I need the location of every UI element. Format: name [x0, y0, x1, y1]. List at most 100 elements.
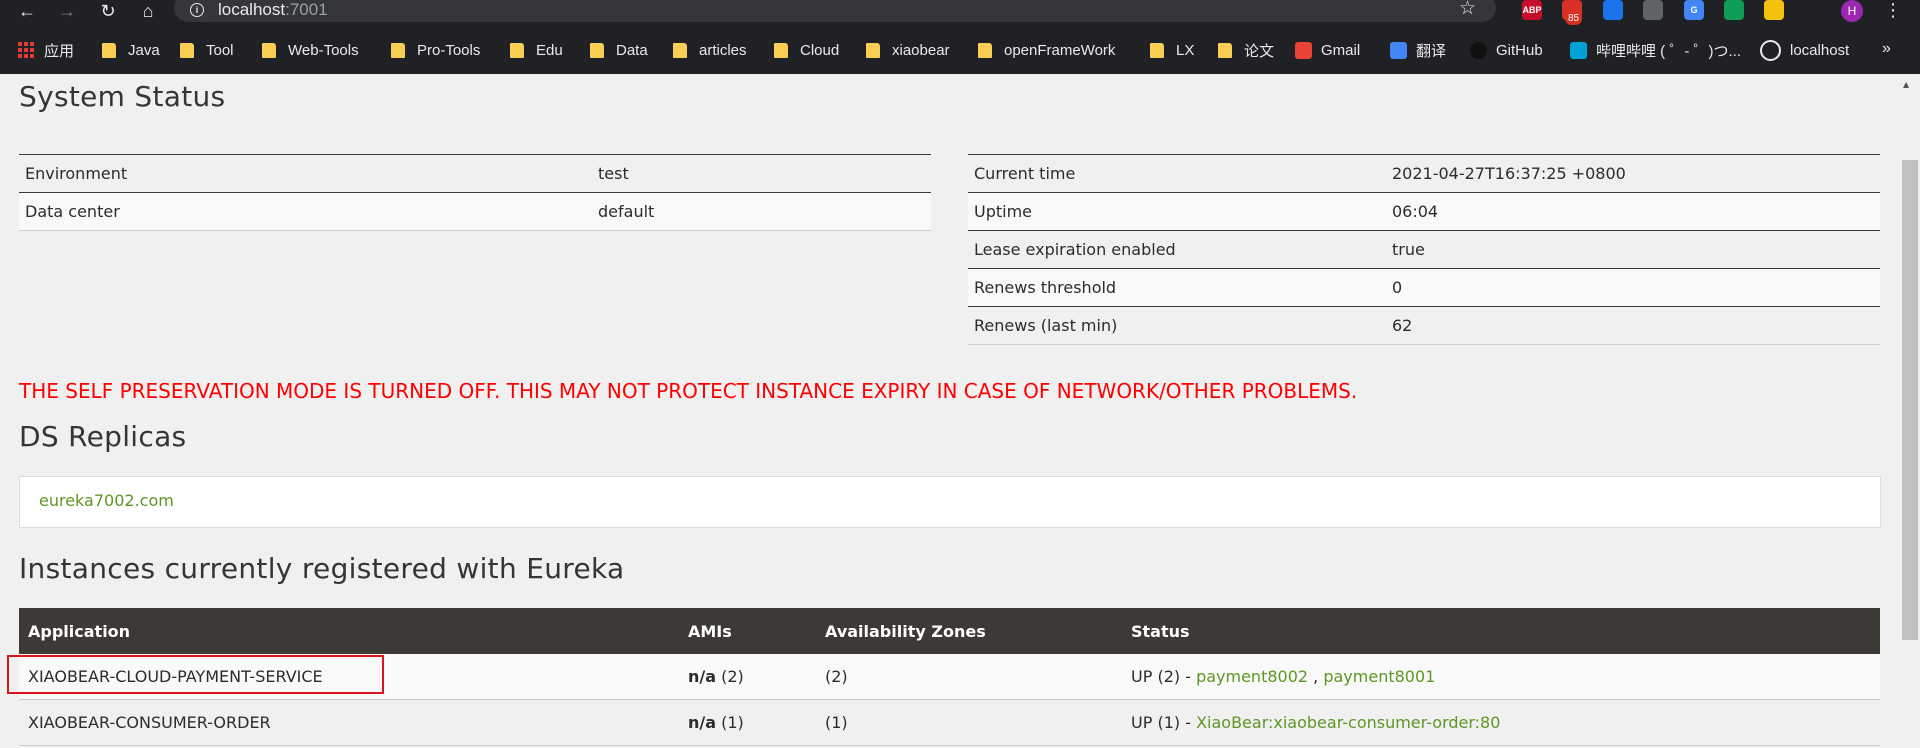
extension-pikachu-icon[interactable] [1764, 0, 1784, 20]
site-info-icon[interactable]: i [190, 3, 204, 17]
status-value: 62 [1386, 306, 1880, 345]
link-separator: , [1308, 667, 1324, 686]
abp-icon[interactable]: ABP [1522, 0, 1542, 20]
bookmark-bilibili[interactable]: 哔哩哔哩 ( ゜- ゜)つ... [1570, 40, 1741, 60]
profile-avatar[interactable]: H [1841, 0, 1863, 22]
extensions-puzzle-icon[interactable] [1805, 0, 1825, 20]
bookmark-star-icon[interactable]: ☆ [1459, 0, 1476, 20]
amis-count: (1) [716, 713, 744, 732]
bookmark-folder[interactable]: LX [1150, 40, 1194, 60]
status-value: default [592, 192, 931, 231]
status-text: UP (2) - [1131, 667, 1197, 686]
bookmark-folder[interactable]: Pro-Tools [391, 40, 480, 60]
status-row: Environment test [19, 154, 931, 193]
bookmarks-overflow-icon[interactable]: » [1882, 40, 1891, 58]
bookmark-folder[interactable]: articles [673, 40, 747, 60]
instance-link[interactable]: payment8002 [1196, 667, 1308, 686]
bookmark-folder[interactable]: Tool [180, 40, 234, 60]
instances-header-row: Application AMIs Availability Zones Stat… [19, 608, 1880, 654]
status-row: Lease expiration enabled true [968, 230, 1880, 269]
bookmark-globe[interactable]: localhost [1760, 39, 1850, 61]
amis-count: (2) [716, 667, 744, 686]
url-text[interactable]: localhost:7001 [218, 0, 328, 20]
column-header-amis[interactable]: AMIs [679, 608, 816, 654]
column-header-application[interactable]: Application [19, 608, 679, 654]
address-bar[interactable]: i localhost:7001 ☆ [174, 0, 1496, 22]
google-translate-icon[interactable]: G [1684, 0, 1704, 20]
extension-shield-icon[interactable] [1603, 0, 1623, 20]
folder-icon [866, 42, 880, 58]
translate-icon [1390, 41, 1407, 59]
url-port: :7001 [285, 0, 328, 19]
scroll-up-arrow-icon[interactable]: ▲ [1903, 80, 1909, 89]
home-icon[interactable]: ⌂ [137, 0, 159, 22]
instance-link[interactable]: payment8001 [1323, 667, 1435, 686]
bookmark-folder[interactable]: Data [590, 40, 648, 60]
status-value: 0 [1386, 268, 1880, 307]
bookmark-folder[interactable]: openFrameWork [978, 40, 1115, 60]
extension-badge: 85 [1565, 12, 1583, 25]
eureka-dashboard: ▲ System Status Environment test Data cent… [0, 74, 1920, 748]
bookmark-label: 翻译 [1416, 42, 1447, 60]
column-header-availability-zones[interactable]: Availability Zones [816, 608, 1122, 654]
bookmark-label: xiaobear [892, 41, 950, 59]
ds-replicas-title: DS Replicas [19, 420, 187, 453]
browser-chrome: ← → ↻ ⌂ i localhost:7001 ☆ ABP 85 G H ⋮ » … [0, 0, 1920, 74]
browser-menu-icon[interactable]: ⋮ [1884, 0, 1902, 20]
amis-cell: n/a (2) [679, 654, 816, 700]
bookmarks-bar: » 应用 Java Tool Web-Tools Pro-Tools Edu Data art… [0, 36, 1920, 64]
bookmark-folder[interactable]: Cloud [774, 40, 839, 60]
folder-icon [1218, 42, 1232, 58]
bookmark-label: Data [616, 41, 648, 59]
replica-link[interactable]: eureka7002.com [39, 491, 174, 510]
availability-zones: (1) [816, 699, 1122, 746]
status-key: Data center [19, 192, 592, 231]
folder-icon [510, 42, 524, 58]
bookmark-apps[interactable]: 应用 [18, 40, 74, 60]
bookmark-label: 哔哩哔哩 ( ゜- ゜)つ... [1596, 42, 1741, 60]
bookmark-folder[interactable]: 论文 [1218, 40, 1274, 60]
bookmark-github[interactable]: GitHub [1470, 40, 1543, 60]
bookmark-label: Java [128, 41, 160, 59]
bookmark-folder[interactable]: Edu [510, 40, 563, 60]
apps-grid-icon [18, 42, 34, 58]
folder-icon [673, 42, 687, 58]
extension-mask-icon[interactable] [1643, 0, 1663, 20]
bookmark-folder[interactable]: Java [102, 40, 160, 60]
browser-toolbar: ← → ↻ ⌂ i localhost:7001 ☆ ABP 85 G H ⋮ [0, 0, 1920, 25]
ds-replicas-list: eureka7002.com [19, 476, 1881, 528]
folder-icon [391, 42, 405, 58]
bookmark-label: 论文 [1244, 42, 1275, 60]
github-icon [1470, 41, 1487, 59]
extension-edge-icon[interactable] [1724, 0, 1744, 20]
system-status-right-table: Current time 2021-04-27T16:37:25 +0800 Upt… [968, 154, 1880, 345]
bookmark-label: localhost [1790, 41, 1850, 59]
forward-arrow-icon[interactable]: → [56, 0, 78, 22]
bookmark-folder[interactable]: Web-Tools [262, 40, 359, 60]
column-header-status[interactable]: Status [1122, 608, 1880, 654]
status-key: Environment [19, 154, 592, 193]
bookmark-folder[interactable]: xiaobear [866, 40, 950, 60]
status-key: Renews (last min) [968, 306, 1386, 345]
folder-icon [590, 42, 604, 58]
status-value: true [1386, 230, 1880, 269]
amis-value: n/a [688, 713, 717, 732]
instance-link[interactable]: XiaoBear:xiaobear-consumer-order:80 [1196, 713, 1500, 732]
status-row: Renews (last min) 62 [968, 306, 1880, 345]
folder-icon [180, 42, 194, 58]
status-key: Uptime [968, 192, 1386, 231]
system-status-left-table: Environment test Data center default [19, 154, 931, 231]
status-cell: UP (2) - payment8002 , payment8001 [1122, 654, 1880, 700]
bookmark-gmail[interactable]: Gmail [1295, 40, 1360, 60]
status-value: 06:04 [1386, 192, 1880, 231]
application-name: XIAOBEAR-CONSUMER-ORDER [19, 699, 679, 746]
back-arrow-icon[interactable]: ← [16, 0, 38, 22]
reload-icon[interactable]: ↻ [97, 0, 119, 22]
status-cell: UP (1) - XiaoBear:xiaobear-consumer-orde… [1122, 699, 1880, 746]
bookmark-translate[interactable]: 翻译 [1390, 40, 1446, 60]
bookmark-label: Pro-Tools [417, 41, 481, 59]
self-preservation-warning: THE SELF PRESERVATION MODE IS TURNED OFF… [19, 379, 1358, 403]
bookmark-label: LX [1176, 41, 1195, 59]
folder-icon [102, 42, 116, 58]
scrollbar-thumb[interactable] [1902, 160, 1918, 640]
